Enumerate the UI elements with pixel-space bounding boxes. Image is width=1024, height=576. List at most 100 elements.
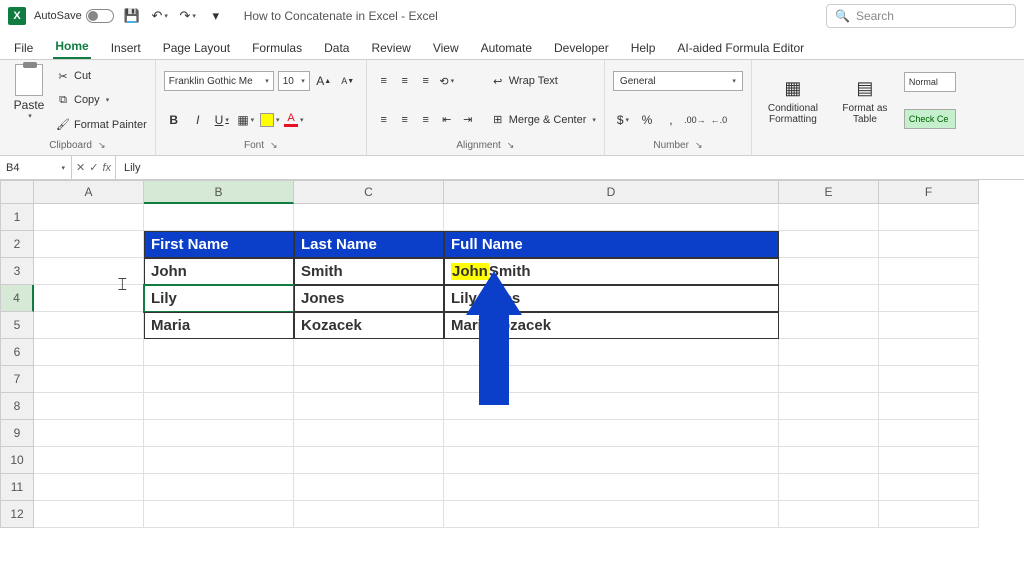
cell-B6[interactable] — [144, 339, 294, 366]
fx-button[interactable]: fx — [102, 162, 111, 174]
cell-A9[interactable] — [34, 420, 144, 447]
cell-D10[interactable] — [444, 447, 779, 474]
column-header-E[interactable]: E — [779, 180, 879, 204]
cell-B10[interactable] — [144, 447, 294, 474]
cell-A11[interactable] — [34, 474, 144, 501]
column-header-B[interactable]: B — [144, 180, 294, 204]
fill-color-button[interactable]: ▾ — [260, 110, 280, 130]
table-cell[interactable]: John Smith — [444, 258, 779, 285]
table-cell[interactable]: Maria Kozacek — [444, 312, 779, 339]
qat-customize[interactable]: ▾ — [206, 6, 226, 26]
table-cell[interactable]: Kozacek — [294, 312, 444, 339]
tab-help[interactable]: Help — [629, 37, 658, 59]
alignment-dialog-launcher[interactable]: ↘ — [507, 140, 515, 151]
row-header-3[interactable]: 3 — [0, 258, 34, 285]
font-color-button[interactable]: A▾ — [284, 110, 304, 130]
wrap-text-button[interactable]: ↩Wrap Text — [491, 70, 596, 92]
cell-C10[interactable] — [294, 447, 444, 474]
cell-F6[interactable] — [879, 339, 979, 366]
align-right-button[interactable]: ≡ — [417, 111, 435, 129]
grid-body[interactable]: First NameLast NameFull NameJohnSmithJoh… — [34, 204, 979, 528]
select-all-corner[interactable] — [0, 180, 34, 204]
cell-A3[interactable] — [34, 258, 144, 285]
save-button[interactable]: 💾 — [122, 6, 142, 26]
tab-file[interactable]: File — [12, 37, 35, 59]
cell-B11[interactable] — [144, 474, 294, 501]
table-cell[interactable]: Maria — [144, 312, 294, 339]
cell-B8[interactable] — [144, 393, 294, 420]
paste-button[interactable]: Paste ▾ — [8, 64, 50, 137]
toggle-off-icon[interactable] — [86, 9, 114, 23]
cell-C12[interactable] — [294, 501, 444, 528]
borders-button[interactable]: ▦▾ — [236, 110, 256, 130]
cell-E11[interactable] — [779, 474, 879, 501]
row-header-2[interactable]: 2 — [0, 231, 34, 258]
cell-B1[interactable] — [144, 204, 294, 231]
cell-F5[interactable] — [879, 312, 979, 339]
font-name-dropdown[interactable]: Franklin Gothic Me▾ — [164, 71, 274, 91]
number-dialog-launcher[interactable]: ↘ — [695, 140, 703, 151]
cell-B7[interactable] — [144, 366, 294, 393]
tab-page-layout[interactable]: Page Layout — [161, 37, 232, 59]
row-header-1[interactable]: 1 — [0, 204, 34, 231]
format-painter-button[interactable]: 🖌Format Painter — [56, 114, 147, 136]
underline-button[interactable]: U▾ — [212, 110, 232, 130]
cell-F1[interactable] — [879, 204, 979, 231]
clipboard-dialog-launcher[interactable]: ↘ — [98, 140, 106, 151]
copy-button[interactable]: ⧉Copy▾ — [56, 89, 147, 111]
table-cell[interactable]: Lily Jones — [444, 285, 779, 312]
format-as-table-button[interactable]: ▤ Format as Table — [832, 64, 898, 137]
cell-D9[interactable] — [444, 420, 779, 447]
cell-E2[interactable] — [779, 231, 879, 258]
cell-C11[interactable] — [294, 474, 444, 501]
row-header-10[interactable]: 10 — [0, 447, 34, 474]
row-header-6[interactable]: 6 — [0, 339, 34, 366]
cell-F2[interactable] — [879, 231, 979, 258]
cell-A1[interactable] — [34, 204, 144, 231]
cut-button[interactable]: ✂Cut — [56, 65, 147, 87]
font-size-dropdown[interactable]: 10▾ — [278, 71, 310, 91]
cell-F12[interactable] — [879, 501, 979, 528]
tab-ai-aided-formula-editor[interactable]: AI-aided Formula Editor — [675, 37, 806, 59]
decrease-font-button[interactable]: A▼ — [338, 71, 358, 91]
enter-formula-button[interactable]: ✓ — [89, 161, 98, 174]
increase-indent-button[interactable]: ⇥ — [459, 111, 477, 129]
column-header-D[interactable]: D — [444, 180, 779, 204]
row-header-5[interactable]: 5 — [0, 312, 34, 339]
name-box[interactable]: B4▾ — [0, 156, 72, 179]
cell-A10[interactable] — [34, 447, 144, 474]
cell-style-check[interactable]: Check Ce — [904, 109, 956, 129]
align-top-button[interactable]: ≡ — [375, 72, 393, 90]
increase-font-button[interactable]: A▲ — [314, 71, 334, 91]
row-header-11[interactable]: 11 — [0, 474, 34, 501]
cell-F4[interactable] — [879, 285, 979, 312]
cell-A6[interactable] — [34, 339, 144, 366]
cell-F8[interactable] — [879, 393, 979, 420]
bold-button[interactable]: B — [164, 110, 184, 130]
cell-C8[interactable] — [294, 393, 444, 420]
tab-data[interactable]: Data — [322, 37, 351, 59]
cell-F3[interactable] — [879, 258, 979, 285]
cell-A5[interactable] — [34, 312, 144, 339]
cell-style-normal[interactable]: Normal — [904, 72, 956, 92]
autosave-toggle[interactable]: AutoSave — [34, 9, 114, 23]
align-left-button[interactable]: ≡ — [375, 111, 393, 129]
tab-home[interactable]: Home — [53, 35, 90, 59]
tab-view[interactable]: View — [431, 37, 461, 59]
cell-D8[interactable] — [444, 393, 779, 420]
cell-F9[interactable] — [879, 420, 979, 447]
cell-E5[interactable] — [779, 312, 879, 339]
cell-E1[interactable] — [779, 204, 879, 231]
cell-A7[interactable] — [34, 366, 144, 393]
cell-E7[interactable] — [779, 366, 879, 393]
orientation-button[interactable]: ⟲▾ — [438, 72, 456, 90]
table-header[interactable]: Last Name — [294, 231, 444, 258]
cell-A12[interactable] — [34, 501, 144, 528]
table-cell[interactable]: Smith — [294, 258, 444, 285]
cell-F10[interactable] — [879, 447, 979, 474]
cell-E6[interactable] — [779, 339, 879, 366]
formula-input[interactable]: Lily — [116, 156, 1024, 179]
cell-D12[interactable] — [444, 501, 779, 528]
cell-E10[interactable] — [779, 447, 879, 474]
cell-E9[interactable] — [779, 420, 879, 447]
